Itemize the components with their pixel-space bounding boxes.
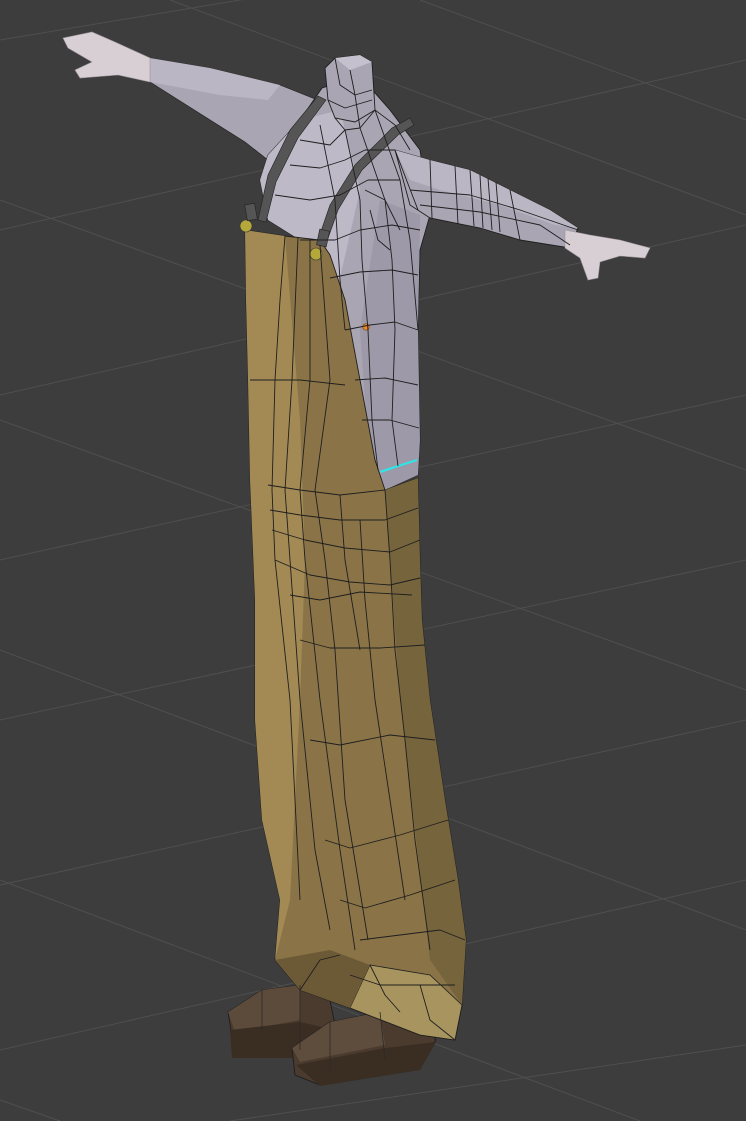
3d-viewport[interactable] <box>0 0 746 1121</box>
left-button <box>239 219 253 233</box>
right-arm <box>394 149 651 281</box>
viewport-canvas[interactable] <box>0 0 746 1121</box>
